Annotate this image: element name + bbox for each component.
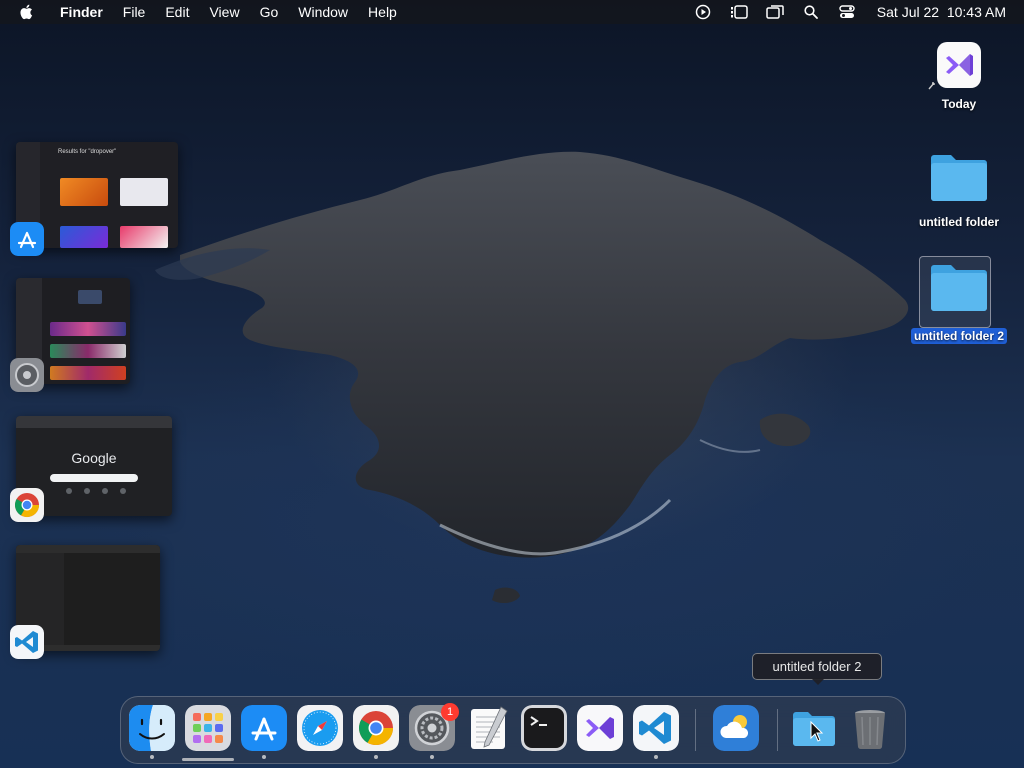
vscode-icon — [10, 625, 44, 659]
menu-bar: Finder File Edit View Go Window Help Sat… — [0, 0, 1024, 24]
safari-icon[interactable] — [297, 705, 343, 751]
dock: 1 — [120, 696, 906, 764]
menu-app-name[interactable]: Finder — [50, 0, 113, 24]
stage-group-system-settings[interactable] — [10, 278, 140, 393]
menu-window[interactable]: Window — [288, 0, 358, 24]
menu-file[interactable]: File — [113, 0, 156, 24]
search-icon[interactable] — [801, 4, 821, 20]
downloads-folder-icon[interactable] — [791, 705, 837, 751]
folder-icon — [931, 265, 987, 311]
menu-edit[interactable]: Edit — [155, 0, 199, 24]
chrome-icon[interactable] — [353, 705, 399, 751]
menu-view[interactable]: View — [199, 0, 249, 24]
stage-group-app-store[interactable]: Results for "dropover" — [10, 142, 180, 257]
trash-icon[interactable] — [847, 705, 893, 751]
folder-icon — [931, 155, 987, 201]
running-indicator — [654, 755, 658, 759]
desktop-icon-label: untitled folder 2 — [911, 328, 1007, 344]
app-store-icon — [10, 222, 44, 256]
desktop-icon-today[interactable]: Today — [904, 40, 1014, 113]
notification-badge: 1 — [441, 703, 459, 721]
visual-studio-icon[interactable] — [577, 705, 623, 751]
running-indicator — [374, 755, 378, 759]
dock-separator — [777, 709, 778, 751]
running-indicator — [150, 755, 154, 759]
apple-icon[interactable] — [18, 3, 36, 21]
desktop-icon-label: untitled folder — [919, 215, 999, 229]
stage-group-vscode[interactable] — [10, 545, 165, 660]
weather-icon[interactable] — [713, 705, 759, 751]
dock-tooltip: untitled folder 2 — [752, 653, 882, 680]
desktop-icon-untitled-folder[interactable]: untitled folder — [904, 152, 1014, 231]
tooltip-arrow — [811, 678, 825, 685]
control-center-icon[interactable] — [837, 4, 857, 20]
screen-mirroring-icon[interactable] — [765, 4, 785, 20]
vscode-icon[interactable] — [633, 705, 679, 751]
chrome-icon — [10, 488, 44, 522]
dock-scroll-indicator — [182, 758, 234, 761]
desktop-icon-label: Today — [941, 97, 977, 111]
terminal-icon[interactable] — [521, 705, 567, 751]
menu-help[interactable]: Help — [358, 0, 407, 24]
thumb-title: Results for "dropover" — [58, 149, 117, 155]
stage-group-chrome[interactable]: Google — [10, 416, 175, 526]
running-indicator — [262, 755, 266, 759]
textedit-icon[interactable] — [465, 705, 511, 751]
desktop-icon-untitled-folder-2[interactable]: untitled folder 2 — [904, 256, 1014, 345]
stage-manager-icon[interactable] — [729, 4, 749, 20]
play-circle-icon[interactable] — [693, 4, 713, 20]
running-indicator — [430, 755, 434, 759]
system-settings-icon — [10, 358, 44, 392]
app-store-icon[interactable] — [241, 705, 287, 751]
launchpad-icon[interactable] — [185, 705, 231, 751]
thumb-title: Google — [71, 450, 117, 466]
menu-go[interactable]: Go — [250, 0, 289, 24]
menu-clock[interactable]: Sat Jul 22 10:43 AM — [877, 4, 1006, 20]
dock-separator — [695, 709, 696, 751]
alias-arrow-icon — [928, 82, 935, 90]
finder-icon[interactable] — [129, 705, 175, 751]
